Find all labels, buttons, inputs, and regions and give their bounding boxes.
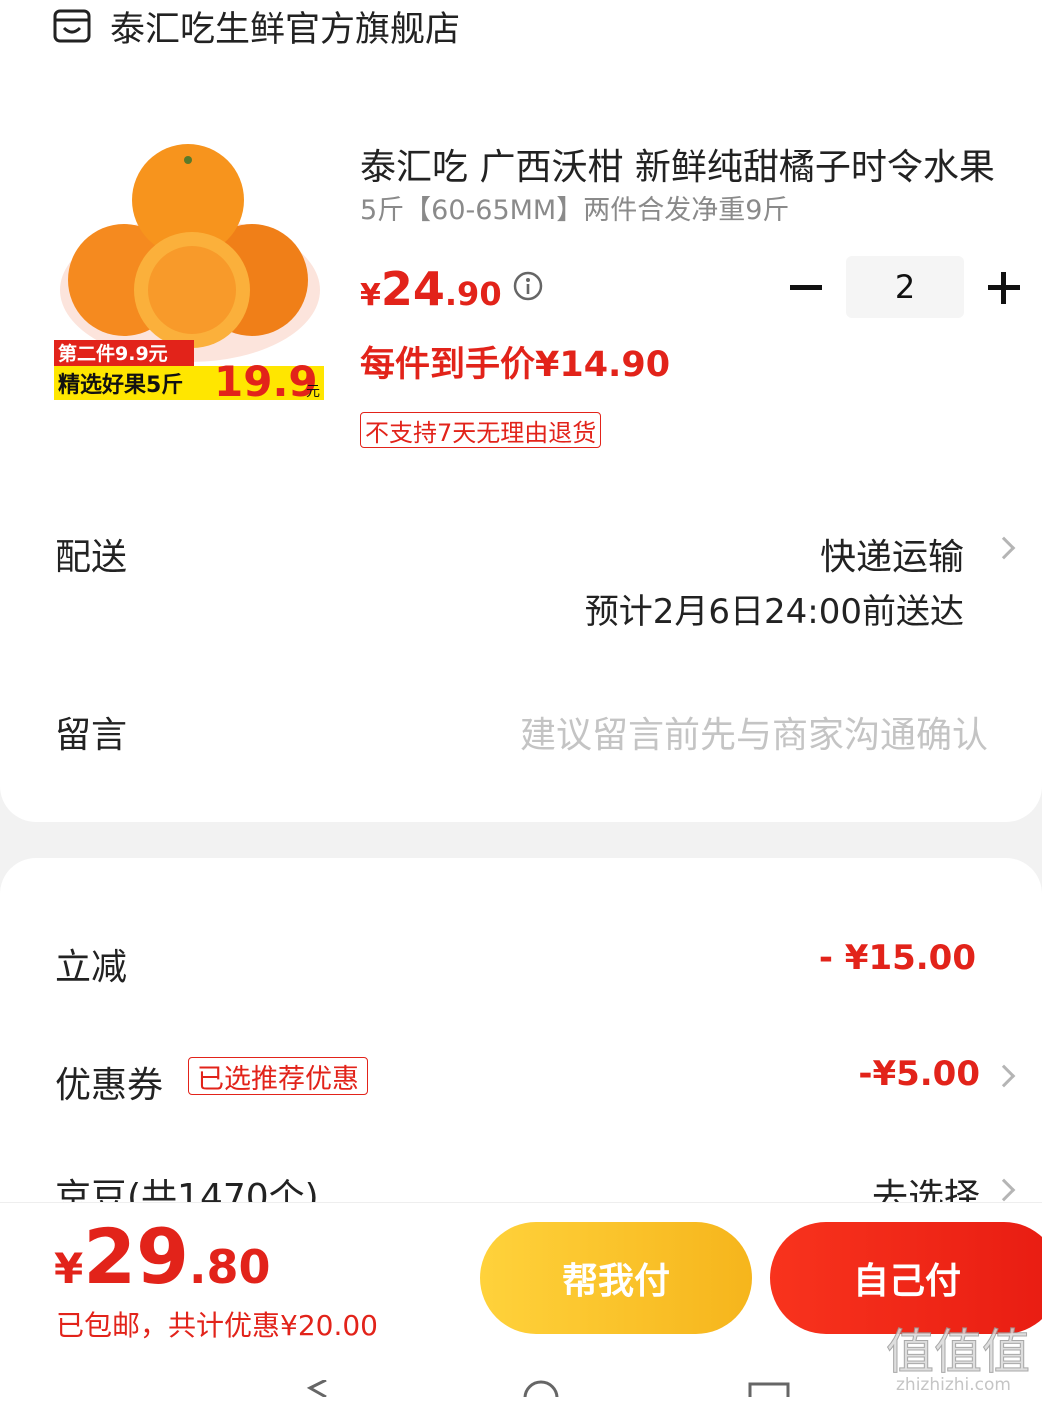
coupon-tag[interactable]: 已选推荐优惠: [188, 1057, 368, 1095]
quantity-increase-button[interactable]: [984, 268, 1024, 308]
nav-home-icon[interactable]: [523, 1380, 559, 1397]
product-price: ¥24.90: [360, 262, 502, 316]
total-price: ¥29.80: [54, 1212, 271, 1301]
total-note: 已包邮，共计优惠¥20.00: [56, 1309, 378, 1342]
delivery-eta: 预计2月6日24:00前送达: [584, 592, 964, 632]
badge-top-text: 第二件9.9元: [58, 342, 168, 365]
store-name: 泰汇吃生鲜官方旗舰店: [110, 9, 461, 50]
product-spec: 5斤【60-65MM】两件合发净重9斤: [360, 195, 790, 226]
system-nav-bar: [306, 1380, 790, 1397]
per-item-price: 每件到手价¥14.90: [360, 345, 671, 385]
coupon-label: 优惠券: [55, 1065, 164, 1106]
info-icon[interactable]: [512, 270, 544, 302]
watermark-char-2: 值: [934, 1324, 982, 1380]
nav-recent-icon[interactable]: [748, 1382, 790, 1397]
help-pay-button[interactable]: 帮我付: [480, 1222, 752, 1334]
watermark-char-3: 值: [982, 1324, 1030, 1380]
instant-discount-label: 立减: [55, 947, 128, 988]
quantity-input[interactable]: 2: [846, 256, 964, 318]
return-policy-badge: 不支持7天无理由退货: [360, 412, 602, 448]
badge-price-text: 19.9: [214, 357, 318, 406]
price-integer: 24: [380, 262, 445, 316]
watermark-char-1: 值: [886, 1324, 934, 1380]
total-integer: 29: [83, 1212, 189, 1301]
store-icon: [53, 9, 91, 43]
delivery-method[interactable]: 快递运输: [820, 528, 964, 580]
price-decimal: .90: [444, 275, 502, 313]
badge-bottom-text: 精选好果5斤: [58, 372, 183, 398]
message-input[interactable]: 建议留言前先与商家沟通确认: [520, 706, 988, 758]
product-image[interactable]: 第二件9.9元 精选好果5斤 19.9 元: [52, 140, 328, 406]
quantity-decrease-button[interactable]: [786, 266, 826, 308]
message-label: 留言: [55, 715, 128, 756]
total-decimal: .80: [189, 1240, 271, 1294]
nav-back-icon[interactable]: [306, 1380, 327, 1397]
price-symbol: ¥: [360, 278, 381, 313]
minus-icon: [790, 284, 822, 290]
order-card: 泰汇吃生鲜官方旗舰店 第二件9.9元 精选好果5斤 19.9 元 泰汇吃 广西沃…: [0, 0, 1042, 822]
coupon-amount[interactable]: -¥5.00: [858, 1054, 980, 1094]
store-header[interactable]: 泰汇吃生鲜官方旗舰店: [52, 0, 460, 52]
total-symbol: ¥: [54, 1244, 84, 1293]
product-title[interactable]: 泰汇吃 广西沃柑 新鲜纯甜橘子时令水果: [360, 138, 1000, 190]
instant-discount-amount: - ¥15.00: [818, 938, 976, 978]
badge-unit-text: 元: [306, 384, 320, 400]
chevron-right-icon[interactable]: [992, 536, 1016, 560]
delivery-label: 配送: [55, 537, 128, 578]
